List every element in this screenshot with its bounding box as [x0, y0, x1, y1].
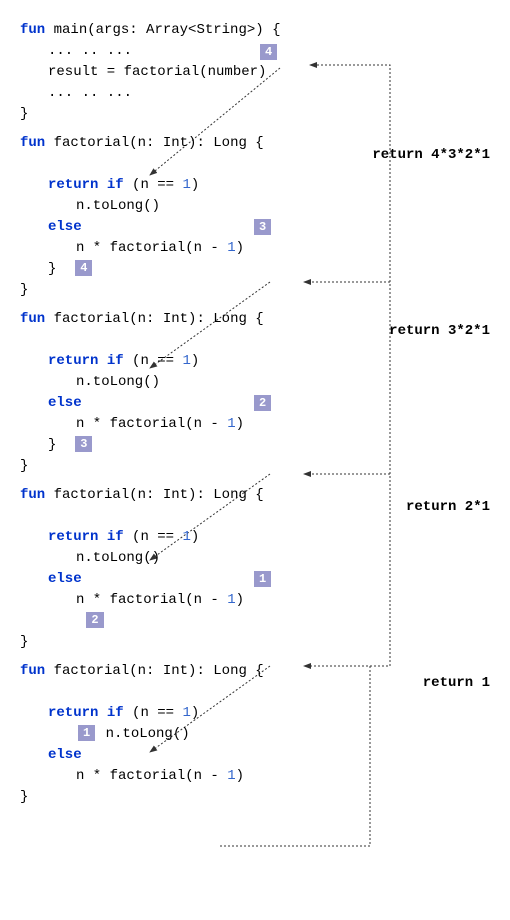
step-badge: 2 [254, 395, 271, 411]
fn-signature: fun factorial(n: Int): Long { [20, 661, 360, 682]
return-if: return if (n == 1) [20, 527, 360, 548]
tolong-base: 1 n.toLong() [20, 724, 360, 745]
step-badge: 4 [260, 44, 277, 60]
recursive-call: n * factorial(n - 1) [20, 590, 360, 611]
factorial-block-4: return 1 fun factorial(n: Int): Long { r… [20, 661, 360, 808]
tolong: n.toLong() [20, 372, 360, 393]
close-brace: } [20, 787, 360, 808]
step-badge: 4 [75, 260, 92, 276]
else: else1 [20, 569, 360, 590]
main-block: fun main(args: Array<String>) { ... .. .… [20, 20, 360, 125]
factorial-block-1: return 4*3*2*1 fun factorial(n: Int): Lo… [20, 133, 360, 301]
return-label: return 1 [423, 673, 490, 694]
inner-close: } 3 [20, 435, 360, 456]
step-badge: 3 [254, 219, 271, 235]
return-label: return 2*1 [406, 497, 490, 518]
step-return-below: 2 [20, 611, 360, 632]
return-if: return if (n == 1) [20, 351, 360, 372]
result-line: result = factorial(number) 4 [20, 62, 360, 83]
fn-signature: fun factorial(n: Int): Long { [20, 309, 360, 330]
step-badge: 3 [75, 436, 92, 452]
else: else [20, 745, 360, 766]
ellipsis: ... .. ... [20, 83, 360, 104]
recursion-diagram: fun main(args: Array<String>) { ... .. .… [20, 20, 360, 808]
close-brace: } [20, 456, 360, 477]
close-brace: } [20, 632, 360, 653]
else: else3 [20, 217, 360, 238]
fn-signature: fun factorial(n: Int): Long { [20, 485, 360, 506]
fn-signature: fun factorial(n: Int): Long { [20, 133, 360, 154]
return-if: return if (n == 1) [20, 703, 360, 724]
step-badge: 1 [78, 725, 95, 741]
ellipsis: ... .. ... [20, 41, 360, 62]
recursive-call: n * factorial(n - 1) [20, 766, 360, 787]
else: else2 [20, 393, 360, 414]
factorial-block-2: return 3*2*1 fun factorial(n: Int): Long… [20, 309, 360, 477]
return-label: return 4*3*2*1 [372, 145, 490, 166]
step-badge: 1 [254, 571, 271, 587]
close-brace: } [20, 280, 360, 301]
main-signature: fun main(args: Array<String>) { [20, 20, 360, 41]
close-brace: } [20, 104, 360, 125]
step-badge: 2 [86, 612, 103, 628]
return-if: return if (n == 1) [20, 175, 360, 196]
inner-close: } 4 [20, 259, 360, 280]
tolong: n.toLong() [20, 548, 360, 569]
return-label: return 3*2*1 [389, 321, 490, 342]
recursive-call: n * factorial(n - 1) [20, 238, 360, 259]
recursive-call: n * factorial(n - 1) [20, 414, 360, 435]
tolong: n.toLong() [20, 196, 360, 217]
factorial-block-3: return 2*1 fun factorial(n: Int): Long {… [20, 485, 360, 653]
